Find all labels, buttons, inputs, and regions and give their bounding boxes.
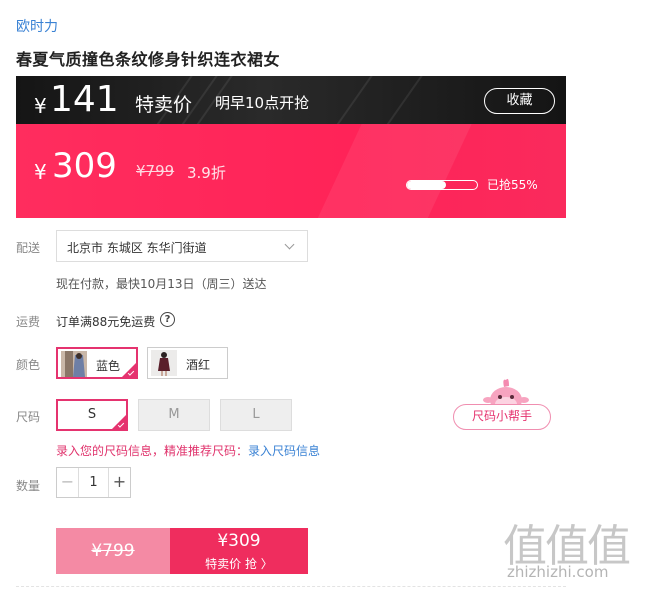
quantity-input[interactable]: [79, 468, 108, 497]
size-option-label: M: [168, 407, 180, 422]
sold-progress-fill: [407, 181, 446, 189]
shipping-label: 运费: [16, 315, 41, 329]
delivery-label: 配送: [16, 241, 41, 255]
watermark-site: zhizhizhi.com: [507, 563, 609, 581]
color-option-wine[interactable]: 酒红: [147, 347, 228, 379]
buy-sale-label: 特卖价 抢 〉: [205, 557, 273, 571]
size-option-label: S: [87, 407, 97, 422]
size-hint-text: 录入您的尺码信息，精准推荐尺码：: [56, 444, 249, 458]
color-label: 颜色: [16, 358, 41, 372]
sold-percent-text: 已抢55%: [487, 178, 538, 192]
discount-label: 3.9折: [187, 164, 226, 182]
brand-link[interactable]: 欧时力: [16, 16, 58, 36]
quantity-stepper: − +: [56, 467, 131, 498]
color-option-blue[interactable]: 蓝色: [56, 347, 138, 379]
shipping-text: 订单满88元免运费: [56, 315, 156, 329]
color-option-label: 蓝色: [96, 359, 121, 373]
flash-sale-start-time: 明早10点开抢: [215, 94, 310, 112]
product-thumbnail-blue: [61, 351, 87, 377]
flash-sale-price: 141: [50, 79, 119, 120]
quantity-decrement-button[interactable]: −: [57, 468, 79, 497]
flash-sale-band: ¥ 141 特卖价 明早10点开抢 收藏: [16, 76, 566, 124]
buy-sale-price-button[interactable]: ¥309 特卖价 抢 〉: [170, 528, 308, 574]
current-price: 309: [52, 146, 117, 186]
divider: [16, 586, 566, 587]
chevron-down-icon: [284, 239, 295, 250]
size-option-m[interactable]: M: [138, 399, 210, 431]
buy-sale-price: ¥309: [217, 531, 261, 551]
price-panel: ¥ 141 特卖价 明早10点开抢 收藏 ¥ 309 ¥799 3.9折 已抢5…: [16, 76, 566, 218]
size-option-s[interactable]: S: [56, 399, 128, 431]
original-price: ¥799: [136, 162, 175, 180]
buy-original-price-button[interactable]: ¥799: [56, 528, 170, 574]
favorite-button[interactable]: 收藏: [484, 88, 555, 114]
address-select[interactable]: 北京市 东城区 东华门街道: [56, 230, 308, 262]
size-option-l[interactable]: L: [220, 399, 292, 431]
current-currency: ¥: [34, 160, 47, 184]
help-icon[interactable]: ?: [160, 312, 175, 327]
quantity-increment-button[interactable]: +: [108, 468, 130, 497]
product-title: 春夏气质撞色条纹修身针织连衣裙女: [16, 50, 281, 69]
current-price-band: ¥ 309 ¥799 3.9折 已抢55%: [16, 124, 566, 218]
size-label: 尺码: [16, 410, 41, 424]
size-option-label: L: [252, 407, 260, 422]
flash-currency: ¥: [34, 94, 47, 118]
delivery-estimate: 现在付款，最快10月13日（周三）送达: [56, 277, 267, 291]
product-thumbnail-wine: [151, 350, 177, 376]
size-hint: 录入您的尺码信息，精准推荐尺码：录入尺码信息: [56, 442, 320, 459]
quantity-label: 数量: [16, 479, 41, 493]
address-value: 北京市 东城区 东华门街道: [67, 241, 207, 255]
sold-progress-bar: [406, 180, 478, 190]
color-option-label: 酒红: [186, 358, 211, 372]
size-helper-button[interactable]: 尺码小帮手: [453, 404, 551, 430]
flash-sale-label: 特卖价: [135, 94, 193, 116]
size-info-link[interactable]: 录入尺码信息: [248, 444, 320, 458]
